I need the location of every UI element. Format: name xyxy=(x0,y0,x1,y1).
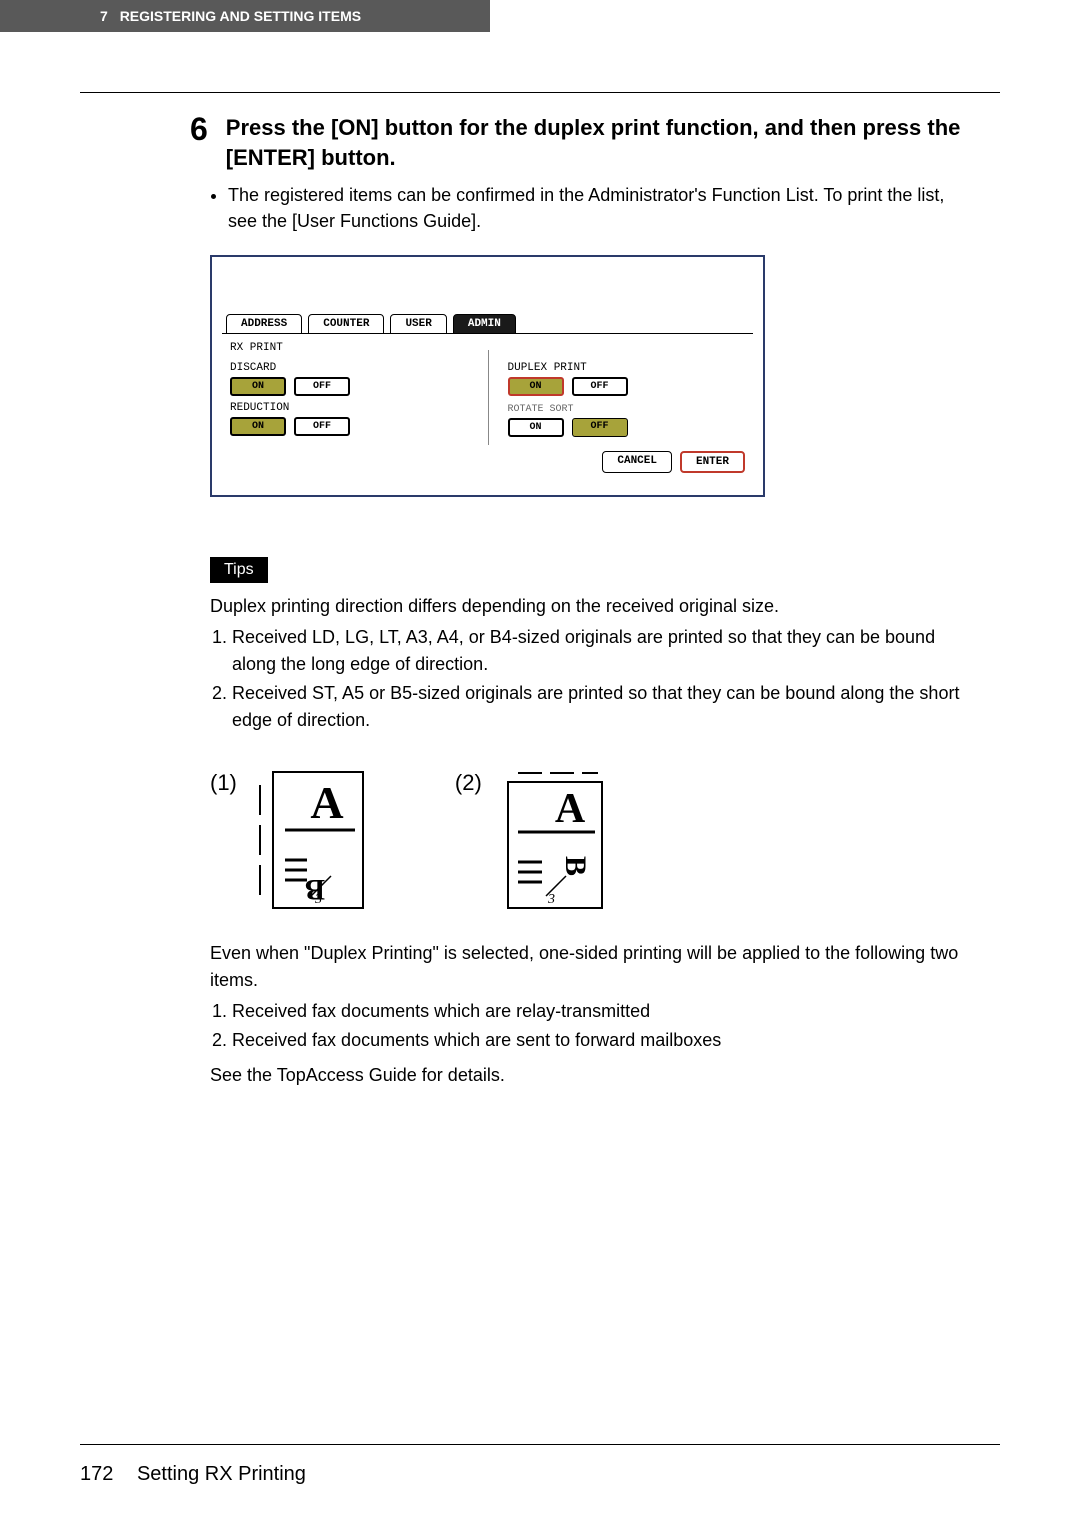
duplex-on-button[interactable]: ON xyxy=(508,377,564,396)
rotate-label: ROTATE SORT xyxy=(508,404,746,415)
step-title: Press the [ON] button for the duplex pri… xyxy=(226,113,970,172)
lcd-panel: ADDRESS COUNTER USER ADMIN RX PRINT DISC… xyxy=(210,255,765,497)
step-number: 6 xyxy=(190,113,208,145)
svg-text:3: 3 xyxy=(314,892,322,907)
panel-left-col: DISCARD ON OFF REDUCTION ON OFF xyxy=(230,356,468,437)
panel-right-col: DUPLEX PRINT ON OFF ROTATE SORT ON OFF xyxy=(508,356,746,437)
tab-row: ADDRESS COUNTER USER ADMIN xyxy=(222,314,753,334)
reduction-off-button[interactable]: OFF xyxy=(294,417,350,436)
step-bullet-item: The registered items can be confirmed in… xyxy=(228,182,970,234)
tab-address[interactable]: ADDRESS xyxy=(226,314,302,334)
discard-off-button[interactable]: OFF xyxy=(294,377,350,396)
page-number: 172 xyxy=(80,1463,113,1486)
svg-text:A: A xyxy=(555,786,586,832)
chapter-number: 7 xyxy=(100,8,108,24)
step-bullets: The registered items can be confirmed in… xyxy=(210,182,970,234)
chapter-title: REGISTERING AND SETTING ITEMS xyxy=(120,8,361,24)
tab-counter[interactable]: COUNTER xyxy=(308,314,384,334)
tips-item: Received LD, LG, LT, A3, A4, or B4-sized… xyxy=(232,624,970,678)
chapter-header: 7 REGISTERING AND SETTING ITEMS xyxy=(0,0,490,32)
svg-text:B: B xyxy=(559,856,592,876)
diagram-1-label: (1) xyxy=(210,770,237,796)
diagram-2: A B 3 xyxy=(500,770,610,910)
tips-badge: Tips xyxy=(210,557,268,583)
tips-para-2: Even when "Duplex Printing" is selected,… xyxy=(210,940,970,994)
step-block: 6 Press the [ON] button for the duplex p… xyxy=(190,113,970,172)
tips-list-1: Received LD, LG, LT, A3, A4, or B4-sized… xyxy=(232,624,970,734)
tab-user[interactable]: USER xyxy=(390,314,446,334)
rotate-on-button[interactable]: ON xyxy=(508,418,564,437)
tab-admin[interactable]: ADMIN xyxy=(453,314,516,334)
tips-item: Received fax documents which are relay-t… xyxy=(232,998,970,1025)
svg-text:A: A xyxy=(310,777,343,828)
diagram-1: A B 3 xyxy=(255,770,365,910)
action-row: CANCEL ENTER xyxy=(230,451,745,473)
rotate-off-button[interactable]: OFF xyxy=(572,418,628,437)
discard-on-button[interactable]: ON xyxy=(230,377,286,396)
tips-item: Received fax documents which are sent to… xyxy=(232,1027,970,1054)
diagram-row: (1) A B 3 xyxy=(210,770,970,910)
footer-rule xyxy=(80,1444,1000,1445)
duplex-label: DUPLEX PRINT xyxy=(508,362,746,374)
enter-button[interactable]: ENTER xyxy=(680,451,745,473)
duplex-off-button[interactable]: OFF xyxy=(572,377,628,396)
footer-section: Setting RX Printing xyxy=(137,1463,306,1485)
diagram-2-label: (2) xyxy=(455,770,482,796)
tips-para-3: See the TopAccess Guide for details. xyxy=(210,1062,970,1089)
cancel-button[interactable]: CANCEL xyxy=(602,451,672,473)
reduction-label: REDUCTION xyxy=(230,402,468,414)
tips-item: Received ST, A5 or B5-sized originals ar… xyxy=(232,680,970,734)
discard-label: DISCARD xyxy=(230,362,468,374)
panel-body: RX PRINT DISCARD ON OFF REDUCTION ON OFF xyxy=(222,333,753,485)
tips-list-2: Received fax documents which are relay-t… xyxy=(232,998,970,1054)
top-rule xyxy=(80,92,1000,93)
reduction-on-button[interactable]: ON xyxy=(230,417,286,436)
page-footer: 172 Setting RX Printing xyxy=(80,1444,1000,1486)
tips-intro: Duplex printing direction differs depend… xyxy=(210,593,970,620)
